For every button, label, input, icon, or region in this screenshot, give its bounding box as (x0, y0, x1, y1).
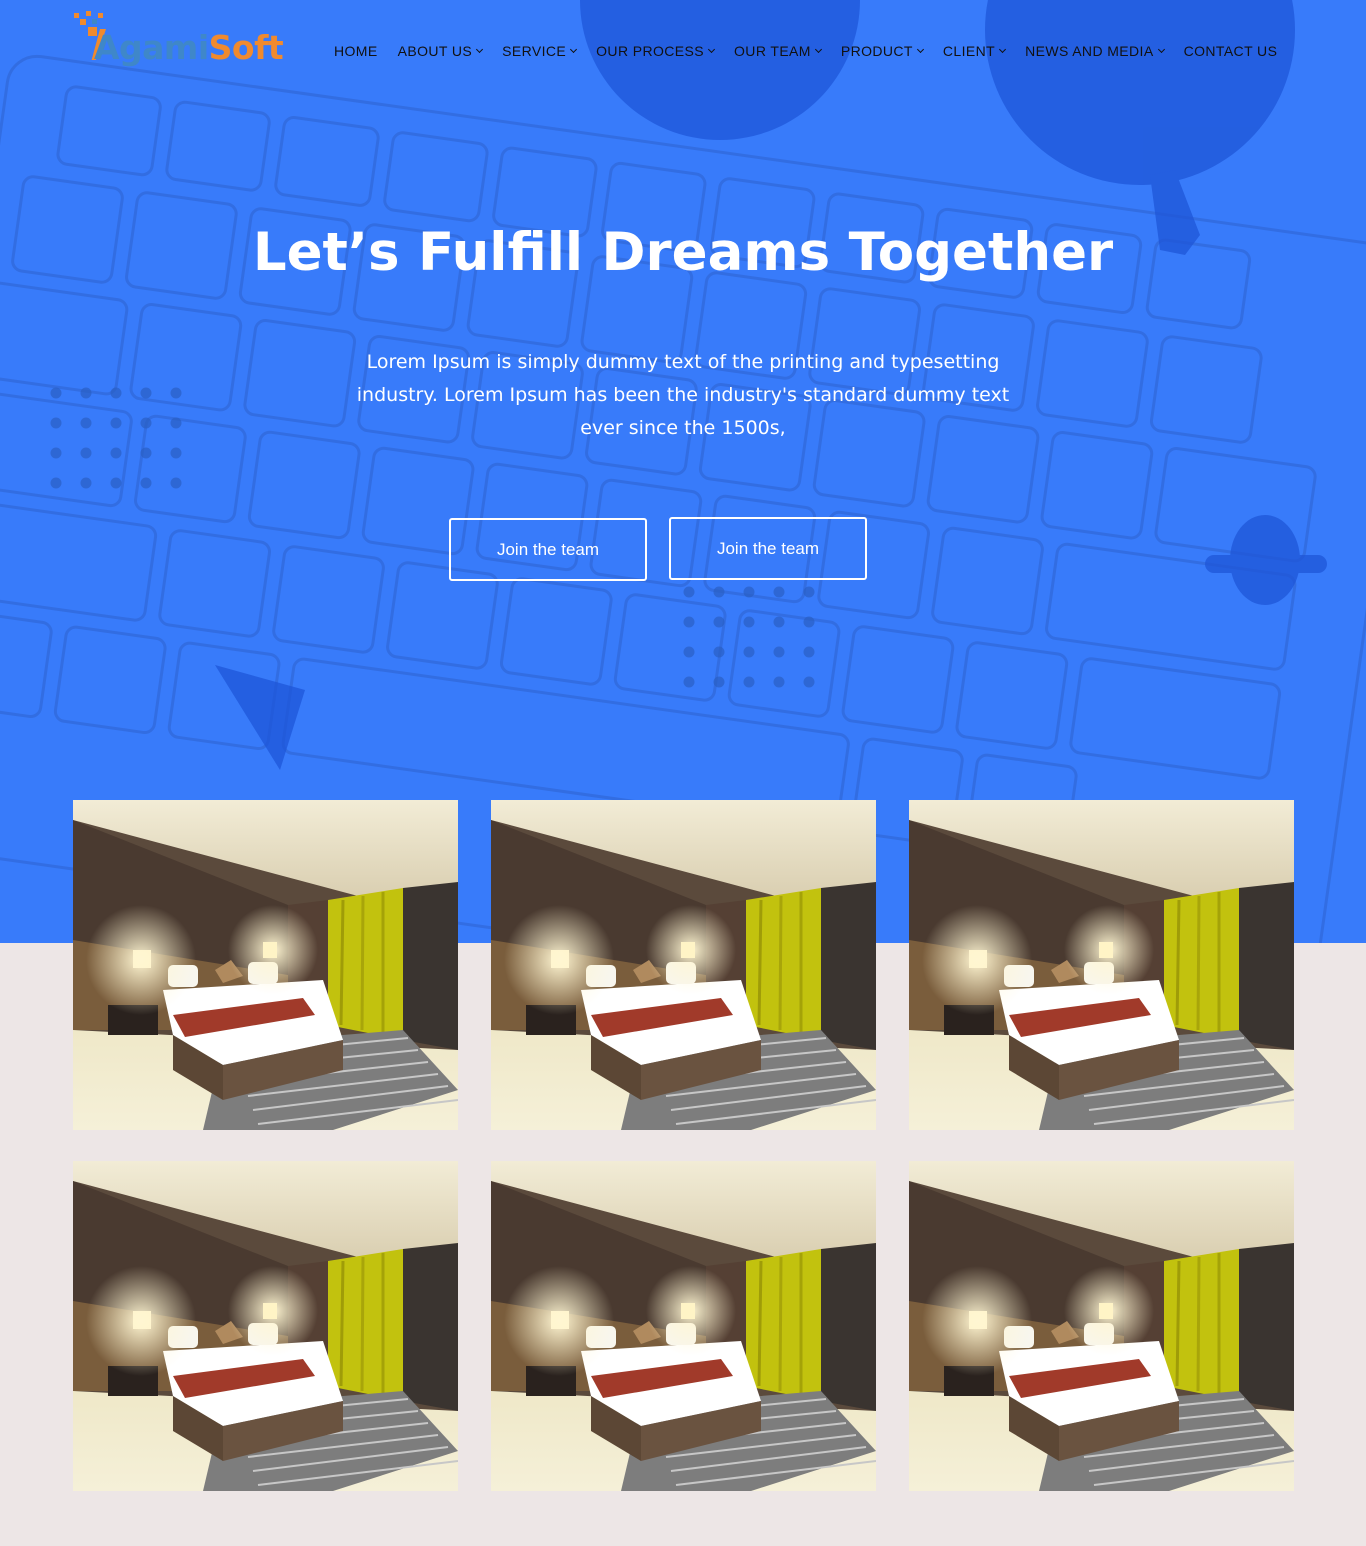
gallery-image-1[interactable] (73, 800, 458, 1130)
nav-about-us[interactable]: ABOUT US (397, 43, 484, 59)
logo-text: AgamiSoft (94, 28, 284, 67)
nav-service-label: SERVICE (502, 43, 567, 59)
nav-our-team-label: OUR TEAM (734, 43, 811, 59)
nav-our-process-label: OUR PROCESS (596, 43, 705, 59)
hero-title: Let’s Fulfill Dreams Together (252, 222, 1114, 283)
chevron-down-icon (1157, 45, 1165, 53)
nav-service[interactable]: SERVICE (502, 43, 578, 59)
hotel-room-photo (491, 1161, 876, 1491)
hotel-room-photo (909, 800, 1294, 1130)
gallery-image-4[interactable] (73, 1161, 458, 1491)
nav-home-label: HOME (334, 43, 378, 59)
hotel-room-photo (73, 800, 458, 1130)
chevron-down-icon (476, 45, 484, 53)
chevron-down-icon (707, 45, 716, 53)
nav-our-process[interactable]: OUR PROCESS (596, 43, 716, 59)
chevron-down-icon (814, 45, 822, 53)
nav-news-and-media[interactable]: NEWS AND MEDIA (1025, 43, 1165, 59)
join-the-team-button[interactable]: Join the team (449, 518, 647, 581)
hotel-room-photo (73, 1161, 458, 1491)
gallery-image-3[interactable] (909, 800, 1294, 1130)
nav-our-team[interactable]: OUR TEAM (734, 43, 822, 59)
chevron-down-icon (999, 45, 1007, 53)
chevron-down-icon (570, 45, 578, 53)
nav-client-label: CLIENT (942, 43, 996, 59)
nav-news-and-media-label: NEWS AND MEDIA (1025, 43, 1154, 59)
hotel-room-photo (491, 800, 876, 1130)
nav-product[interactable]: PRODUCT (840, 43, 924, 59)
hotel-room-photo (909, 1161, 1294, 1491)
main-nav: HOME ABOUT US SERVICE OUR PROCESS OUR TE… (334, 43, 1277, 59)
nav-client[interactable]: CLIENT (942, 43, 1007, 59)
gallery-image-2[interactable] (491, 800, 876, 1130)
nav-contact-us[interactable]: CONTACT US (1184, 43, 1278, 59)
hero-description: Lorem Ipsum is simply dummy text of the … (356, 351, 1010, 439)
agamisoft-logo[interactable]: AgamiSoft (72, 10, 284, 70)
gallery-image-5[interactable] (491, 1161, 876, 1491)
join-the-team-button-secondary[interactable]: Join the team (669, 517, 867, 580)
chevron-down-icon (916, 45, 924, 53)
nav-product-label: PRODUCT (840, 43, 913, 59)
nav-contact-us-label: CONTACT US (1183, 43, 1278, 59)
gallery-image-6[interactable] (909, 1161, 1294, 1491)
nav-about-us-label: ABOUT US (397, 43, 473, 59)
logo-text-soft: Soft (208, 28, 284, 67)
logo-text-agami: Agami (94, 28, 209, 67)
nav-home[interactable]: HOME (334, 43, 378, 59)
